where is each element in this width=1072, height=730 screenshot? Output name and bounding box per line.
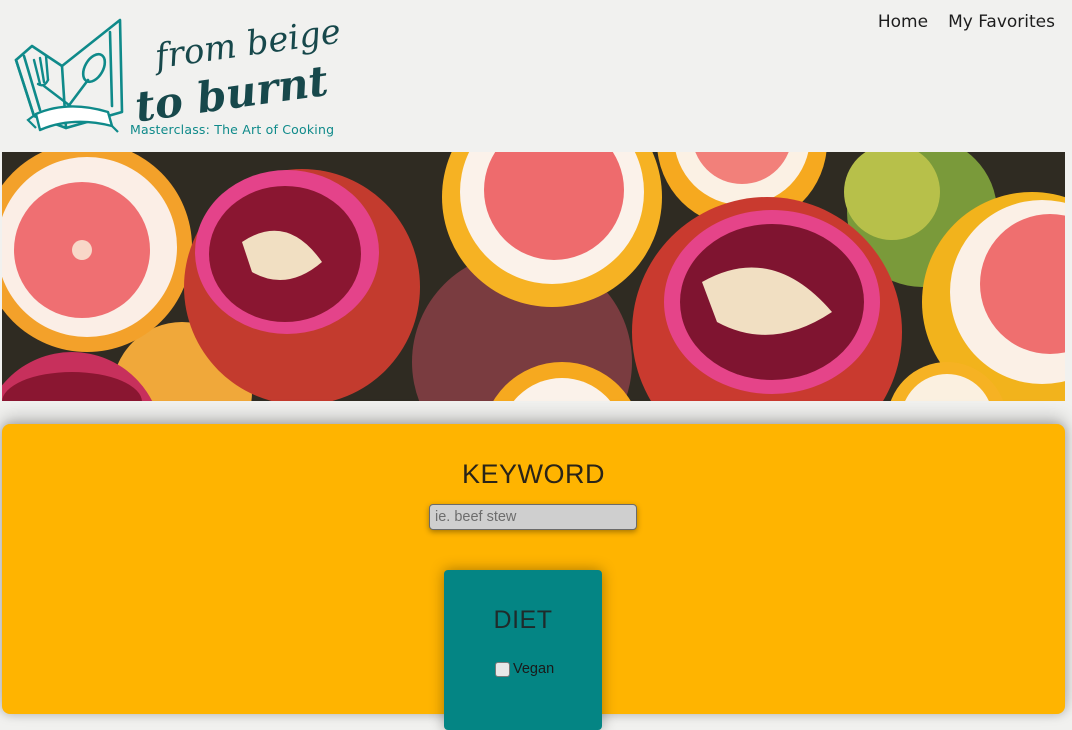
recipe-book-icon: [14, 18, 124, 133]
nav-favorites-link[interactable]: My Favorites: [948, 12, 1055, 32]
diet-heading: DIET: [493, 606, 553, 634]
main-nav: Home My Favorites: [878, 12, 1055, 32]
diet-option-vegan[interactable]: Vegan: [495, 660, 554, 677]
hero-fruit-image: [2, 152, 1065, 401]
search-panel: KEYWORD DIET Vegan: [2, 424, 1065, 730]
site-header: from beige to burnt Masterclass: The Art…: [0, 0, 1072, 152]
diet-filter-card: DIET Vegan: [444, 570, 602, 730]
vegan-label: Vegan: [513, 660, 555, 677]
keyword-search-input[interactable]: [429, 504, 637, 530]
brand-tagline: Masterclass: The Art of Cooking: [130, 122, 335, 137]
site-logo[interactable]: from beige to burnt Masterclass: The Art…: [10, 14, 350, 142]
keyword-heading: KEYWORD: [461, 459, 605, 489]
vegan-checkbox[interactable]: [495, 662, 510, 677]
nav-home-link[interactable]: Home: [878, 12, 928, 32]
brand-script-wordmark: from beige to burnt: [134, 16, 343, 126]
fruit-photo: [2, 152, 1065, 401]
